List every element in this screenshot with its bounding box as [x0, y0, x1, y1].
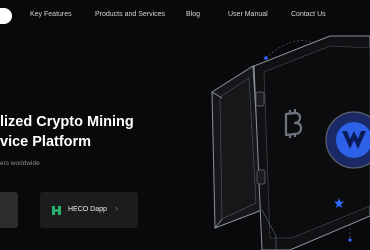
heco-dapp-label: HECO Dapp	[68, 206, 107, 213]
hero-title-line1: lized Crypto Mining	[0, 114, 134, 130]
nav-link-user-manual[interactable]: User Manual	[228, 11, 268, 18]
primary-cta-button[interactable]	[0, 192, 18, 228]
top-nav: Key Features Products and Services Blog …	[0, 0, 370, 32]
nav-home-button[interactable]	[0, 8, 12, 24]
hero-title: lized Crypto Mining vice Platform	[0, 112, 134, 152]
nav-link-products-services[interactable]: Products and Services	[95, 11, 165, 18]
chevron-right-icon: ›	[115, 203, 118, 213]
nav-link-blog[interactable]: Blog	[186, 11, 200, 18]
nav-link-contact-us[interactable]: Contact Us	[291, 11, 326, 18]
hero-title-line2: vice Platform	[0, 134, 92, 150]
brand-logo-icon	[342, 131, 366, 149]
hero-subtitle: ers worldwide	[0, 160, 40, 167]
nav-link-key-features[interactable]: Key Features	[30, 11, 72, 18]
bitcoin-icon	[284, 109, 303, 138]
heco-logo-icon	[52, 206, 61, 215]
star-icon	[334, 198, 344, 208]
heco-dapp-button[interactable]: HECO Dapp ›	[40, 192, 138, 228]
